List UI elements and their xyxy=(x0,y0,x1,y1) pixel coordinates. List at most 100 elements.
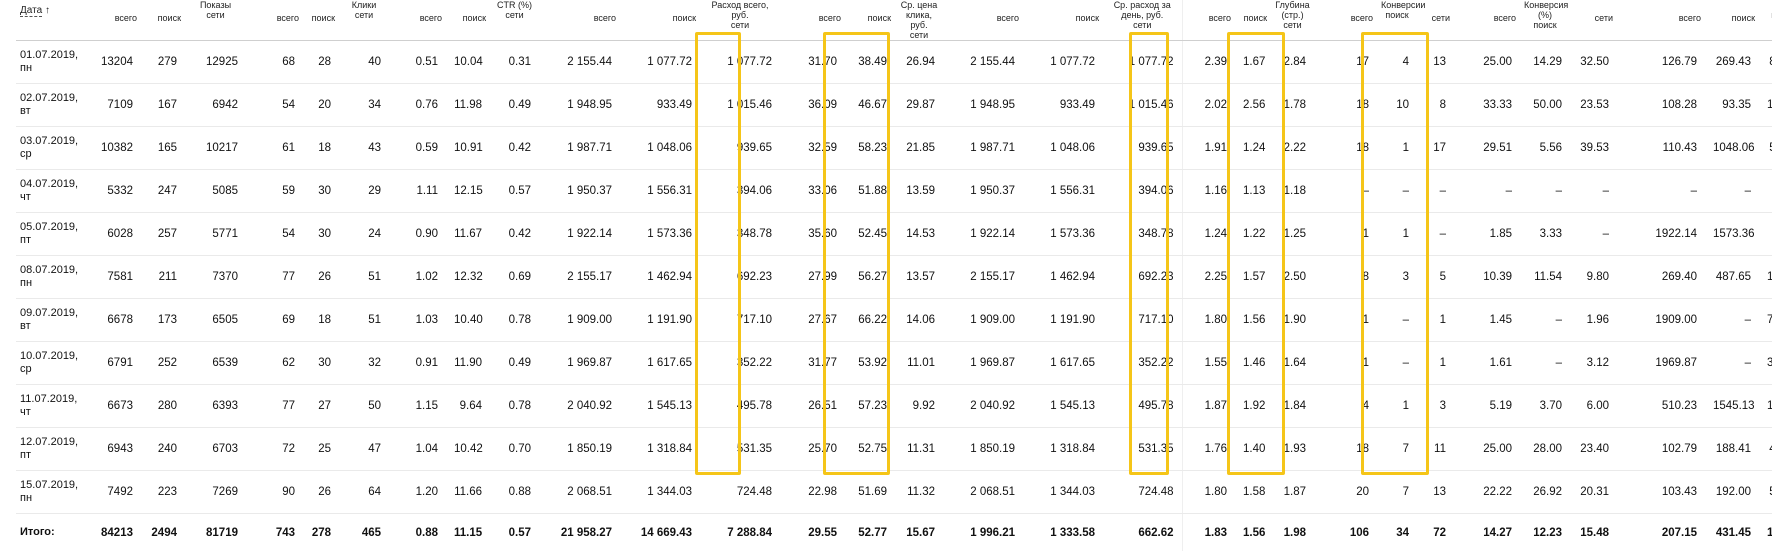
goal-price-total-header[interactable]: всего xyxy=(1617,0,1705,41)
table-row[interactable]: 10.07.2019,ср679125265396230320.9111.900… xyxy=(16,342,1772,385)
ctr-networks-cell: 0.69 xyxy=(490,256,539,299)
conv-rate-search-header[interactable]: Конверсия (%)поиск xyxy=(1520,0,1570,41)
ctr-networks-header[interactable]: CTR (%)сети xyxy=(490,0,539,41)
date-cell: 09.07.2019,вт xyxy=(16,299,84,342)
impressions-networks-cell: 7370 xyxy=(185,256,246,299)
depth-search-cell: 1.56 xyxy=(1235,514,1271,551)
table-row[interactable]: 02.07.2019,вт710916769425420340.7611.980… xyxy=(16,84,1772,127)
goal-price-search-header[interactable]: поиск xyxy=(1705,0,1759,41)
table-row[interactable]: 09.07.2019,вт667817365056918511.0310.400… xyxy=(16,299,1772,342)
table-row[interactable]: 12.07.2019,пт694324067037225471.0410.420… xyxy=(16,428,1772,471)
daily-spend-total-cell: 1 922.14 xyxy=(943,213,1023,256)
impressions-networks-cell: 6942 xyxy=(185,84,246,127)
ctr-total-cell: 0.76 xyxy=(389,84,446,127)
daily-spend-networks-header[interactable]: Ср. расход за день, руб.сети xyxy=(1103,0,1182,41)
ctr-total-header[interactable]: всего xyxy=(389,0,446,41)
impressions-total-cell: 13204 xyxy=(84,41,141,84)
cpc-networks-cell: 11.01 xyxy=(895,342,943,385)
depth-search-cell: 2.56 xyxy=(1235,84,1271,127)
conv-rate-search-cell: 28.00 xyxy=(1520,428,1570,471)
impressions-networks-cell: 12925 xyxy=(185,41,246,84)
goal-price-networks-cell: – xyxy=(1759,213,1772,256)
depth-total-cell: 2.39 xyxy=(1182,41,1235,84)
clicks-search-header[interactable]: поиск xyxy=(303,0,339,41)
ctr-networks-cell: 0.70 xyxy=(490,428,539,471)
spend-networks-header[interactable]: Расход всего, руб.сети xyxy=(700,0,780,41)
spend-search-cell: 1 545.13 xyxy=(620,385,700,428)
table-row[interactable]: 04.07.2019,чт533224750855930291.1112.150… xyxy=(16,170,1772,213)
clicks-total-cell: 54 xyxy=(246,84,303,127)
sort-date-link[interactable]: Дата xyxy=(20,5,42,17)
daily-spend-search-cell: 1 077.72 xyxy=(1023,41,1103,84)
daily-spend-networks-cell: 939.65 xyxy=(1103,127,1182,170)
conversions-search-header[interactable]: Конверсиипоиск xyxy=(1377,0,1417,41)
ctr-total-cell: 1.02 xyxy=(389,256,446,299)
depth-total-header[interactable]: всего xyxy=(1182,0,1235,41)
table-row[interactable]: 05.07.2019,пт602825757715430240.9011.670… xyxy=(16,213,1772,256)
spend-networks-cell: 1 015.46 xyxy=(700,84,780,127)
impressions-networks-header[interactable]: Показысети xyxy=(185,0,246,41)
impressions-search-header[interactable]: поиск xyxy=(141,0,185,41)
conv-rate-total-header[interactable]: всего xyxy=(1454,0,1520,41)
depth-search-header[interactable]: поиск xyxy=(1235,0,1271,41)
daily-spend-total-header[interactable]: всего xyxy=(943,0,1023,41)
conversions-networks-cell: 17 xyxy=(1417,127,1454,170)
goal-price-total-cell: 103.43 xyxy=(1617,471,1705,514)
table-row[interactable]: 11.07.2019,чт667328063937727501.159.640.… xyxy=(16,385,1772,428)
table-row[interactable]: 01.07.2019,пн13204279129256828400.5110.0… xyxy=(16,41,1772,84)
depth-networks-header[interactable]: Глубина (стр.)сети xyxy=(1271,0,1314,41)
weekday-value: пн xyxy=(20,492,76,505)
clicks-group-label: Клики xyxy=(343,0,385,10)
depth-networks-cell: 2.84 xyxy=(1271,41,1314,84)
conversions-search-cell: 7 xyxy=(1377,471,1417,514)
depth-group-label: Глубина (стр.) xyxy=(1275,0,1310,20)
statistics-table: Дата ↑ всего поиск Показысети всего поис… xyxy=(16,0,1772,551)
conversions-search-cell: 7 xyxy=(1377,428,1417,471)
conv-rate-search-cell: 11.54 xyxy=(1520,256,1570,299)
cpc-search-header[interactable]: поиск xyxy=(845,0,895,41)
cpc-total-header[interactable]: всего xyxy=(780,0,845,41)
date-value: 08.07.2019, xyxy=(20,264,76,277)
conv-rate-total-cell: 1.85 xyxy=(1454,213,1520,256)
conv-rate-networks-cell: 1.96 xyxy=(1570,299,1617,342)
clicks-networks-header[interactable]: Кликисети xyxy=(339,0,389,41)
daily-spend-total-cell: 1 987.71 xyxy=(943,127,1023,170)
ctr-search-cell: 12.32 xyxy=(446,256,490,299)
spend-total-cell: 2 155.44 xyxy=(539,41,620,84)
impressions-total-header[interactable]: всего xyxy=(84,0,141,41)
ctr-search-cell: 9.64 xyxy=(446,385,490,428)
conv-rate-search-cell: 14.29 xyxy=(1520,41,1570,84)
goal-price-networks-header[interactable]: Цена цели, руб.сети xyxy=(1759,0,1772,41)
date-cell: 04.07.2019,чт xyxy=(16,170,84,213)
goal-price-search-cell: 192.00 xyxy=(1705,471,1759,514)
date-value: 12.07.2019, xyxy=(20,436,76,449)
clicks-total-header[interactable]: всего xyxy=(246,0,303,41)
conv-rate-networks-cell: – xyxy=(1570,213,1617,256)
spend-total-header[interactable]: всего xyxy=(539,0,620,41)
conversions-networks-cell: 3 xyxy=(1417,385,1454,428)
table-row[interactable]: 08.07.2019,пн758121173707726511.0212.320… xyxy=(16,256,1772,299)
table-row[interactable]: 03.07.2019,ср10382165102176118430.5910.9… xyxy=(16,127,1772,170)
date-value: 02.07.2019, xyxy=(20,92,76,105)
conv-rate-networks-header[interactable]: сети xyxy=(1570,0,1617,41)
spend-networks-cell: 495.78 xyxy=(700,385,780,428)
table-row[interactable]: 15.07.2019,пн749222372699026641.2011.660… xyxy=(16,471,1772,514)
cpc-networks-cell: 11.32 xyxy=(895,471,943,514)
ctr-total-cell: 1.11 xyxy=(389,170,446,213)
conversions-search-cell: 34 xyxy=(1377,514,1417,551)
goal-price-total-cell: 510.23 xyxy=(1617,385,1705,428)
cpc-networks-cell: 11.31 xyxy=(895,428,943,471)
conversions-total-header[interactable]: всего xyxy=(1314,0,1377,41)
ctr-search-cell: 11.98 xyxy=(446,84,490,127)
daily-spend-search-header[interactable]: поиск xyxy=(1023,0,1103,41)
clicks-search-cell: 27 xyxy=(303,385,339,428)
goal-price-search-cell: 93.35 xyxy=(1705,84,1759,127)
date-column-header[interactable]: Дата ↑ xyxy=(16,0,84,41)
conversions-networks-cell: 8 xyxy=(1417,84,1454,127)
conv-rate-total-cell: 25.00 xyxy=(1454,41,1520,84)
ctr-search-header[interactable]: поиск xyxy=(446,0,490,41)
depth-total-cell: 1.76 xyxy=(1182,428,1235,471)
cpc-networks-header[interactable]: Ср. цена клика, руб.сети xyxy=(895,0,943,41)
goal-price-total-cell: 1969.87 xyxy=(1617,342,1705,385)
spend-search-header[interactable]: поиск xyxy=(620,0,700,41)
